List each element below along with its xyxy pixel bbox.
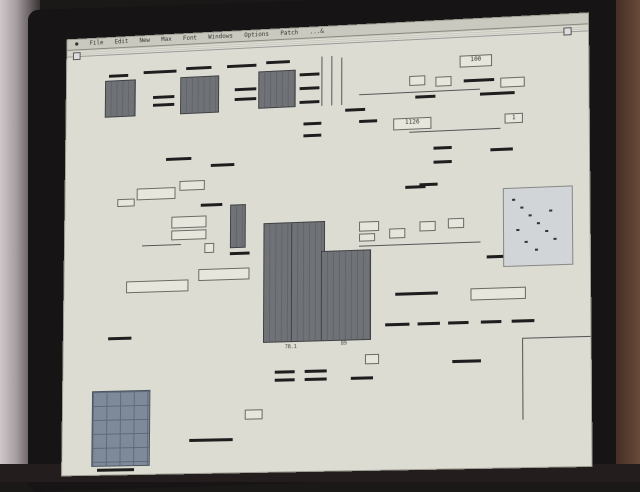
slider-track[interactable] <box>341 57 343 105</box>
patch-object[interactable] <box>490 147 513 152</box>
level-meter[interactable] <box>258 69 296 109</box>
patch-object[interactable] <box>452 359 481 364</box>
level-meter[interactable] <box>180 75 220 115</box>
patch-object[interactable] <box>299 72 320 77</box>
toggle-button[interactable] <box>204 242 215 254</box>
menu-options[interactable]: Options <box>244 31 269 39</box>
menu-patch[interactable]: Patch <box>280 29 298 37</box>
patch-object[interactable] <box>108 73 129 78</box>
number-box[interactable] <box>409 75 426 86</box>
patch-cord <box>359 88 480 96</box>
message-box[interactable] <box>117 198 135 208</box>
level-meter[interactable] <box>104 79 136 118</box>
patch-object[interactable] <box>227 63 257 69</box>
menu-new[interactable]: New <box>139 37 150 44</box>
patch-object[interactable] <box>345 107 366 112</box>
apple-menu-icon[interactable]: ● <box>75 41 79 48</box>
patch-object[interactable] <box>96 468 135 472</box>
patch-object[interactable] <box>274 378 295 382</box>
number-box[interactable] <box>359 233 376 242</box>
patch-object[interactable] <box>153 95 175 99</box>
menu-max[interactable]: Max <box>161 36 172 43</box>
meter-label: 89 <box>340 340 347 347</box>
patch-object[interactable] <box>350 376 374 380</box>
menu-windows[interactable]: Windows <box>208 33 233 41</box>
number-box[interactable] <box>435 76 452 87</box>
patch-object[interactable] <box>405 185 426 189</box>
slider-track[interactable] <box>321 56 323 106</box>
patch-object[interactable] <box>210 163 235 167</box>
patch-object[interactable] <box>395 291 438 296</box>
patch-object[interactable] <box>143 69 177 75</box>
patch-object[interactable] <box>417 321 440 326</box>
panel-divider <box>522 335 591 339</box>
patch-object[interactable] <box>448 320 469 325</box>
patch-cord <box>142 244 181 247</box>
patch-object[interactable] <box>189 438 233 442</box>
big-level-meter[interactable] <box>320 249 372 342</box>
menu-edit[interactable]: Edit <box>114 38 128 45</box>
patch-object[interactable] <box>359 119 378 124</box>
patch-object[interactable] <box>234 87 257 92</box>
message-box[interactable] <box>126 279 189 294</box>
monitor-screen: ● File Edit New Max Font Windows Options… <box>61 12 593 477</box>
routing-matrix[interactable] <box>502 185 574 268</box>
slider-track[interactable] <box>331 56 333 106</box>
patch-object[interactable] <box>511 319 535 323</box>
patch-object[interactable] <box>415 94 436 99</box>
patch-object[interactable] <box>299 100 320 104</box>
patch-cord <box>359 241 481 247</box>
menu-extra[interactable]: ...& <box>310 28 324 36</box>
patch-object[interactable] <box>200 202 223 207</box>
patch-object[interactable] <box>266 60 290 65</box>
message-box[interactable] <box>171 229 207 241</box>
patch-object[interactable] <box>303 121 322 126</box>
patch-object[interactable] <box>229 251 250 256</box>
patch-object[interactable] <box>385 322 410 327</box>
number-box[interactable] <box>500 76 525 88</box>
number-box[interactable] <box>447 217 465 229</box>
patch-object[interactable] <box>479 91 515 96</box>
patch-object[interactable] <box>304 369 327 373</box>
patch-object[interactable] <box>152 102 175 107</box>
number-box[interactable]: 1126 <box>393 116 432 131</box>
patch-object[interactable] <box>304 377 327 382</box>
patch-object[interactable] <box>108 336 132 341</box>
grid-editor[interactable] <box>91 389 151 467</box>
patch-object[interactable] <box>303 133 322 138</box>
patch-object[interactable] <box>274 370 295 374</box>
patch-object[interactable] <box>299 86 320 91</box>
patch-object[interactable] <box>166 156 192 161</box>
close-box-icon[interactable] <box>72 52 81 61</box>
message-box[interactable] <box>198 267 250 282</box>
number-box[interactable]: 1 <box>504 112 523 124</box>
number-box[interactable]: 100 <box>459 54 493 68</box>
message-box[interactable] <box>171 215 207 229</box>
number-box[interactable] <box>419 220 436 232</box>
message-box[interactable] <box>470 286 526 301</box>
message-box[interactable] <box>179 179 205 191</box>
number-box[interactable] <box>364 353 380 365</box>
patch-object[interactable] <box>186 65 212 71</box>
meter-label: 7B.1 <box>284 343 297 351</box>
zoom-box-icon[interactable] <box>563 27 572 36</box>
patch-object[interactable] <box>463 77 495 83</box>
patch-object[interactable] <box>433 145 452 150</box>
number-box[interactable] <box>359 220 380 232</box>
menu-file[interactable]: File <box>90 39 104 46</box>
patch-object[interactable] <box>433 159 452 164</box>
menu-font[interactable]: Font <box>183 35 197 43</box>
patch-object[interactable] <box>234 97 257 102</box>
panel-divider <box>522 337 524 420</box>
level-meter[interactable] <box>229 204 246 249</box>
number-box[interactable] <box>389 228 406 239</box>
number-box[interactable] <box>244 409 263 420</box>
patch-object[interactable] <box>480 319 502 324</box>
message-box[interactable] <box>136 187 176 201</box>
